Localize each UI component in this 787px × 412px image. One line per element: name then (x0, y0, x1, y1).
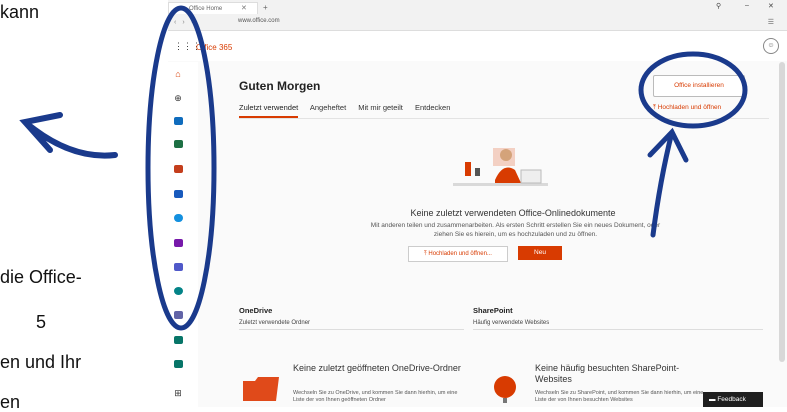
office-header: ⋮⋮⋮ Office 365 ☺ (168, 31, 787, 61)
doc-text-line: kann (0, 2, 40, 22)
onedrive-empty-description: Wechseln Sie zu OneDrive, und kommen Sie… (293, 390, 458, 403)
browser-window: Office Home ✕ + ⚲ – ✕ ‹›↻ www.office.com… (168, 0, 787, 407)
sharepoint-empty-description: Wechseln Sie zu SharePoint, und kommen S… (535, 390, 704, 403)
page-title: Guten Morgen (239, 79, 321, 93)
divider (239, 329, 464, 330)
address-bar[interactable]: www.office.com (238, 18, 280, 24)
empty-state-illustration (453, 148, 548, 186)
forms-icon[interactable] (171, 360, 185, 370)
empty-state-title: Keine zuletzt verwendeten Office-Onlined… (410, 208, 616, 218)
doc-text-line: die Office- (0, 267, 82, 287)
doc-text-line: en und Ihr (0, 352, 82, 372)
toolbar-icons[interactable]: ☰ (768, 18, 777, 26)
annotation-arrow-left (19, 112, 118, 159)
main-content: Guten Morgen Zuletzt verwendet Angehefte… (233, 70, 778, 407)
onedrive-empty-title: Keine zuletzt geöffneten OneDrive-Ordner (293, 363, 461, 373)
onenote-icon[interactable] (171, 239, 185, 249)
app-name[interactable]: Office 365 (196, 43, 232, 52)
sharepoint-icon[interactable] (171, 287, 185, 297)
excel-icon[interactable] (171, 140, 185, 150)
empty-state-description: Mit anderen teilen und zusammenarbeiten.… (370, 222, 661, 238)
teams-icon[interactable] (171, 263, 185, 273)
sharepoint-section-title: SharePoint (473, 306, 513, 315)
outlook-icon[interactable] (171, 117, 185, 127)
feedback-button[interactable]: ▬ Feedback (703, 392, 763, 407)
upload-button[interactable]: ⤒ Hochladen und öffnen... (408, 246, 508, 262)
tab-shared[interactable]: Mit mir geteilt (358, 103, 403, 112)
divider (239, 118, 769, 119)
search-icon[interactable]: ⚲ (716, 2, 721, 10)
doc-text-line: 5 (36, 312, 47, 332)
tab-bar: Zuletzt verwendet Angeheftet Mit mir get… (239, 103, 460, 118)
browser-chrome: Office Home ✕ + ⚲ – ✕ ‹›↻ www.office.com… (168, 0, 787, 31)
scrollbar[interactable] (779, 62, 785, 362)
sharepoint-section-subtitle: Häufig verwendete Websites (473, 320, 550, 326)
minimize-icon[interactable]: – (745, 2, 749, 9)
globe-icon (494, 376, 516, 403)
divider (473, 329, 763, 330)
yammer-icon[interactable] (171, 311, 185, 321)
new-button[interactable]: Neu (518, 246, 562, 260)
tab-pinned[interactable]: Angeheftet (310, 103, 346, 112)
app-rail: ⌂ ⊕ ⊞ (168, 62, 198, 407)
upload-button-label: Hochladen und öffnen... (428, 251, 492, 257)
doc-text-line: en (0, 392, 21, 412)
close-window-icon[interactable]: ✕ (768, 2, 774, 10)
tab-recent[interactable]: Zuletzt verwendet (239, 103, 299, 118)
home-icon[interactable]: ⌂ (171, 69, 185, 79)
tab-discover[interactable]: Entdecken (415, 103, 450, 112)
onedrive-icon[interactable] (171, 214, 185, 224)
sway-icon[interactable] (171, 336, 185, 346)
onedrive-section-subtitle: Zuletzt verwendete Ordner (239, 320, 311, 326)
upload-link-label: Hochladen und öffnen (657, 104, 722, 111)
tab-title: Office Home (189, 6, 223, 12)
close-icon[interactable]: ✕ (241, 3, 247, 15)
upload-open-link[interactable]: ⤒ Hochladen und öffnen (653, 104, 721, 112)
sharepoint-empty-title: Keine häufig besuchten SharePoint-Websit… (535, 363, 680, 384)
folder-icon (243, 377, 279, 401)
onedrive-section-title: OneDrive (239, 306, 273, 315)
avatar[interactable]: ☺ (763, 38, 779, 54)
feedback-label: Feedback (717, 396, 746, 403)
all-apps-icon[interactable]: ⊞ (171, 388, 185, 398)
browser-tab[interactable]: Office Home ✕ (168, 2, 258, 14)
powerpoint-icon[interactable] (171, 165, 185, 175)
nav-buttons[interactable]: ‹›↻ (174, 18, 203, 26)
install-office-button[interactable]: Office installieren (653, 75, 745, 97)
add-icon[interactable]: ⊕ (171, 93, 185, 103)
new-tab-icon[interactable]: + (263, 3, 268, 12)
word-icon[interactable] (171, 190, 185, 200)
